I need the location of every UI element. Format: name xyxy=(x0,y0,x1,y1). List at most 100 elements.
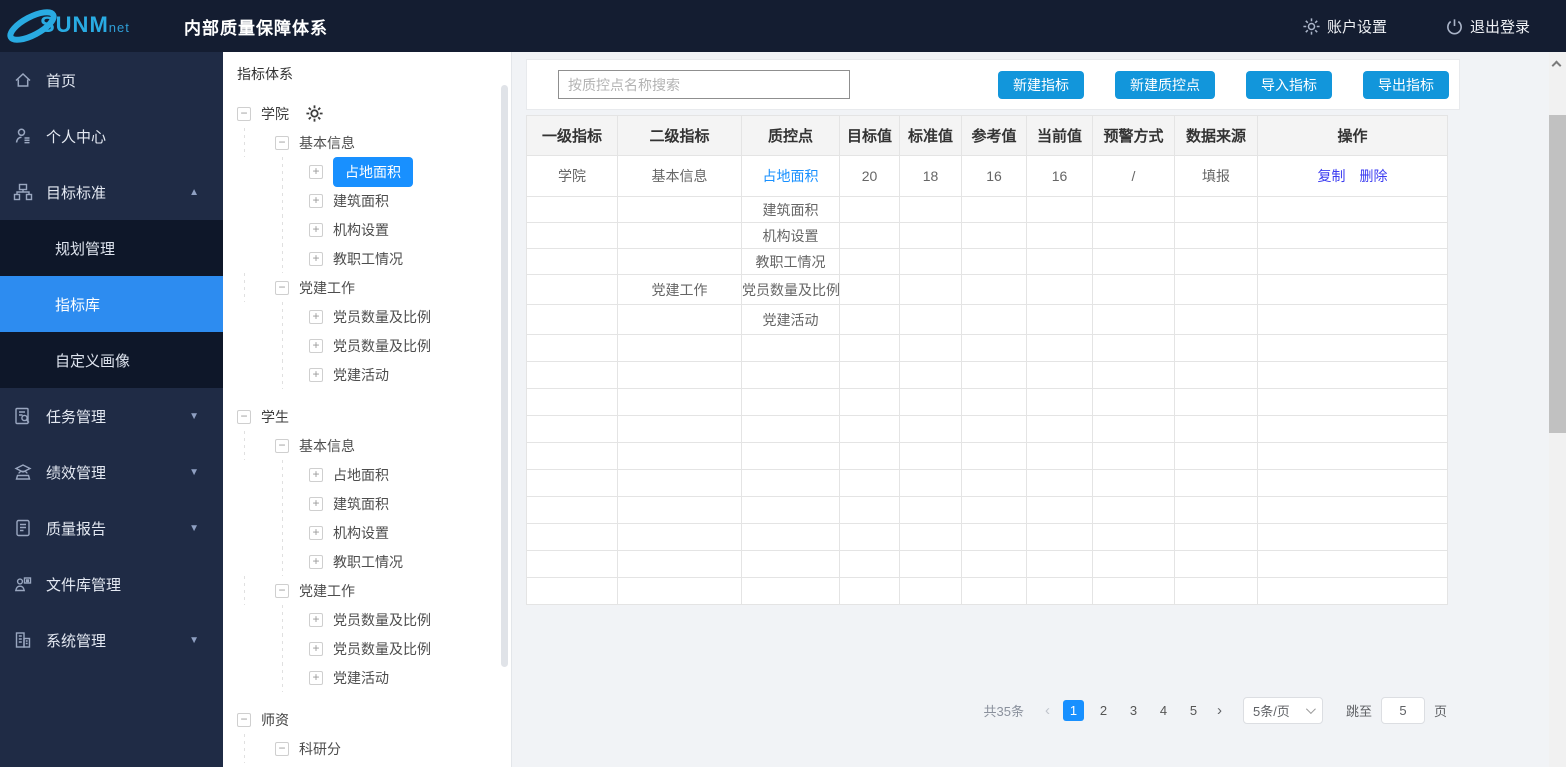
sidebar-item-performance-management[interactable]: 绩效管理 ▼ xyxy=(0,444,223,500)
search-input[interactable] xyxy=(558,70,850,99)
sidebar-item-file-library[interactable]: 文件库管理 xyxy=(0,556,223,612)
tree-node[interactable]: + 党员数量及比例 xyxy=(223,302,511,331)
collapse-icon[interactable]: − xyxy=(237,712,251,727)
tree-node-label[interactable]: 学院 xyxy=(261,104,289,124)
tree-node-label[interactable]: 机构设置 xyxy=(333,523,389,543)
action-link[interactable]: 删除 xyxy=(1360,168,1388,184)
tree-node[interactable]: − 基本信息 xyxy=(223,431,511,460)
tree-node-label[interactable]: 占地面积 xyxy=(333,465,389,485)
sidebar-item-target-standard[interactable]: 目标标准 ▲ xyxy=(0,164,223,220)
tree-node[interactable]: − 党建工作 xyxy=(223,576,511,605)
sidebar-item-system-management[interactable]: 系统管理 ▼ xyxy=(0,612,223,668)
tree-node[interactable]: + 建筑面积 xyxy=(223,489,511,518)
tree-node[interactable]: − 科研分 xyxy=(223,734,511,763)
account-settings-button[interactable]: 账户设置 xyxy=(1302,16,1387,37)
tree-node[interactable]: − 基本信息 xyxy=(223,128,511,157)
sidebar-subitem[interactable]: 自定义画像 xyxy=(0,332,223,388)
toolbar-button[interactable]: 导出指标 xyxy=(1363,70,1449,99)
page-size-select[interactable]: 5条/页 xyxy=(1242,697,1323,724)
expand-icon[interactable]: + xyxy=(309,193,323,208)
tree-node[interactable]: + 党建活动 xyxy=(223,663,511,692)
gear-icon[interactable] xyxy=(305,104,324,123)
sidebar-item-home[interactable]: 首页 xyxy=(0,52,223,108)
sidebar-item-quality-report[interactable]: 质量报告 ▼ xyxy=(0,500,223,556)
expand-icon[interactable]: + xyxy=(309,525,323,540)
tree-node-label[interactable]: 占地面积 xyxy=(333,156,413,187)
qc-point-link[interactable]: 占地面积 xyxy=(741,155,840,197)
expand-icon[interactable]: + xyxy=(309,612,323,627)
expand-icon[interactable]: + xyxy=(309,641,323,656)
tree-node-label[interactable]: 党员数量及比例 xyxy=(333,307,431,327)
action-link[interactable]: 复制 xyxy=(1318,168,1346,184)
tree-node-label[interactable]: 教职工情况 xyxy=(333,249,403,269)
tree-node[interactable]: + 党建活动 xyxy=(223,360,511,389)
tree-node-label[interactable]: 基本信息 xyxy=(299,436,355,456)
tree-node-label[interactable]: 学生 xyxy=(261,407,289,427)
expand-icon[interactable]: + xyxy=(309,367,323,382)
tree-node[interactable]: + 占地面积 xyxy=(223,156,511,187)
collapse-icon[interactable]: − xyxy=(237,409,251,424)
jump-page-input[interactable] xyxy=(1380,697,1425,724)
tree-node-label[interactable]: 科研分 xyxy=(299,739,341,759)
tree-node[interactable]: + 党员数量及比例 xyxy=(223,605,511,634)
tree-node-label[interactable]: 建筑面积 xyxy=(333,494,389,514)
expand-icon[interactable]: + xyxy=(309,338,323,353)
toolbar-button[interactable]: 新建指标 xyxy=(998,70,1084,99)
expand-icon[interactable]: + xyxy=(309,467,323,482)
tree-node[interactable]: − 师资 xyxy=(223,705,511,734)
page-number-2[interactable]: 2 xyxy=(1093,700,1114,721)
page-number-5[interactable]: 5 xyxy=(1183,700,1204,721)
tree-node[interactable]: + 教职工情况 xyxy=(223,244,511,273)
tree-node-label[interactable]: 党员数量及比例 xyxy=(333,610,431,630)
tree-node[interactable]: + 党员数量及比例 xyxy=(223,634,511,663)
sidebar-item-profile[interactable]: 个人中心 xyxy=(0,108,223,164)
tree-node[interactable]: − 学生 xyxy=(223,402,511,431)
toolbar-button[interactable]: 新建质控点 xyxy=(1115,70,1215,99)
scrollbar-up-icon[interactable] xyxy=(1551,60,1562,71)
tree-node-label[interactable]: 机构设置 xyxy=(333,220,389,240)
collapse-icon[interactable]: − xyxy=(237,106,251,121)
collapse-icon[interactable]: − xyxy=(275,583,289,598)
expand-icon[interactable]: + xyxy=(309,251,323,266)
tree-node-label[interactable]: 党建工作 xyxy=(299,278,355,298)
sidebar-subitem[interactable]: 规划管理 xyxy=(0,220,223,276)
tree-node-label[interactable]: 党建工作 xyxy=(299,581,355,601)
tree-node-label[interactable]: 党员数量及比例 xyxy=(333,336,431,356)
tree-node-label[interactable]: 党建活动 xyxy=(333,668,389,688)
expand-icon[interactable]: + xyxy=(309,554,323,569)
collapse-icon[interactable]: − xyxy=(275,280,289,295)
sidebar-subitem[interactable]: 指标库 xyxy=(0,276,223,332)
page-number-1[interactable]: 1 xyxy=(1062,700,1084,721)
collapse-icon[interactable]: − xyxy=(275,135,289,150)
page-number-4[interactable]: 4 xyxy=(1153,700,1174,721)
tree-node-label[interactable]: 建筑面积 xyxy=(333,191,389,211)
expand-icon[interactable]: + xyxy=(309,496,323,511)
expand-icon[interactable]: + xyxy=(309,164,323,179)
prev-page-button[interactable]: ‹ xyxy=(1041,702,1054,719)
page-number-3[interactable]: 3 xyxy=(1123,700,1144,721)
page-scrollbar[interactable] xyxy=(1549,52,1566,767)
tree-node[interactable]: + 机构设置 xyxy=(223,215,511,244)
tree-node-label[interactable]: 教职工情况 xyxy=(333,552,403,572)
sidebar-item-task-management[interactable]: 任务管理 ▼ xyxy=(0,388,223,444)
tree-node[interactable]: + 党员数量及比例 xyxy=(223,331,511,360)
tree-node[interactable]: + 教职工情况 xyxy=(223,547,511,576)
collapse-icon[interactable]: − xyxy=(275,438,289,453)
tree-node[interactable]: − 党建工作 xyxy=(223,273,511,302)
tree-node-label[interactable]: 师资 xyxy=(261,710,289,730)
expand-icon[interactable]: + xyxy=(309,309,323,324)
logout-button[interactable]: 退出登录 xyxy=(1445,16,1530,37)
tree-node[interactable]: + 机构设置 xyxy=(223,518,511,547)
expand-icon[interactable]: + xyxy=(309,222,323,237)
expand-icon[interactable]: + xyxy=(309,670,323,685)
tree-node-label[interactable]: 基本信息 xyxy=(299,133,355,153)
tree-node-label[interactable]: 党员数量及比例 xyxy=(333,639,431,659)
toolbar-button[interactable]: 导入指标 xyxy=(1246,70,1332,99)
next-page-button[interactable]: › xyxy=(1213,702,1226,719)
scrollbar-thumb[interactable] xyxy=(1549,115,1566,433)
tree-scrollbar-thumb[interactable] xyxy=(501,85,508,667)
tree-node-label[interactable]: 党建活动 xyxy=(333,365,389,385)
tree-node[interactable]: − 学院 xyxy=(223,99,511,128)
tree-node[interactable]: + 建筑面积 xyxy=(223,186,511,215)
collapse-icon[interactable]: − xyxy=(275,741,289,756)
